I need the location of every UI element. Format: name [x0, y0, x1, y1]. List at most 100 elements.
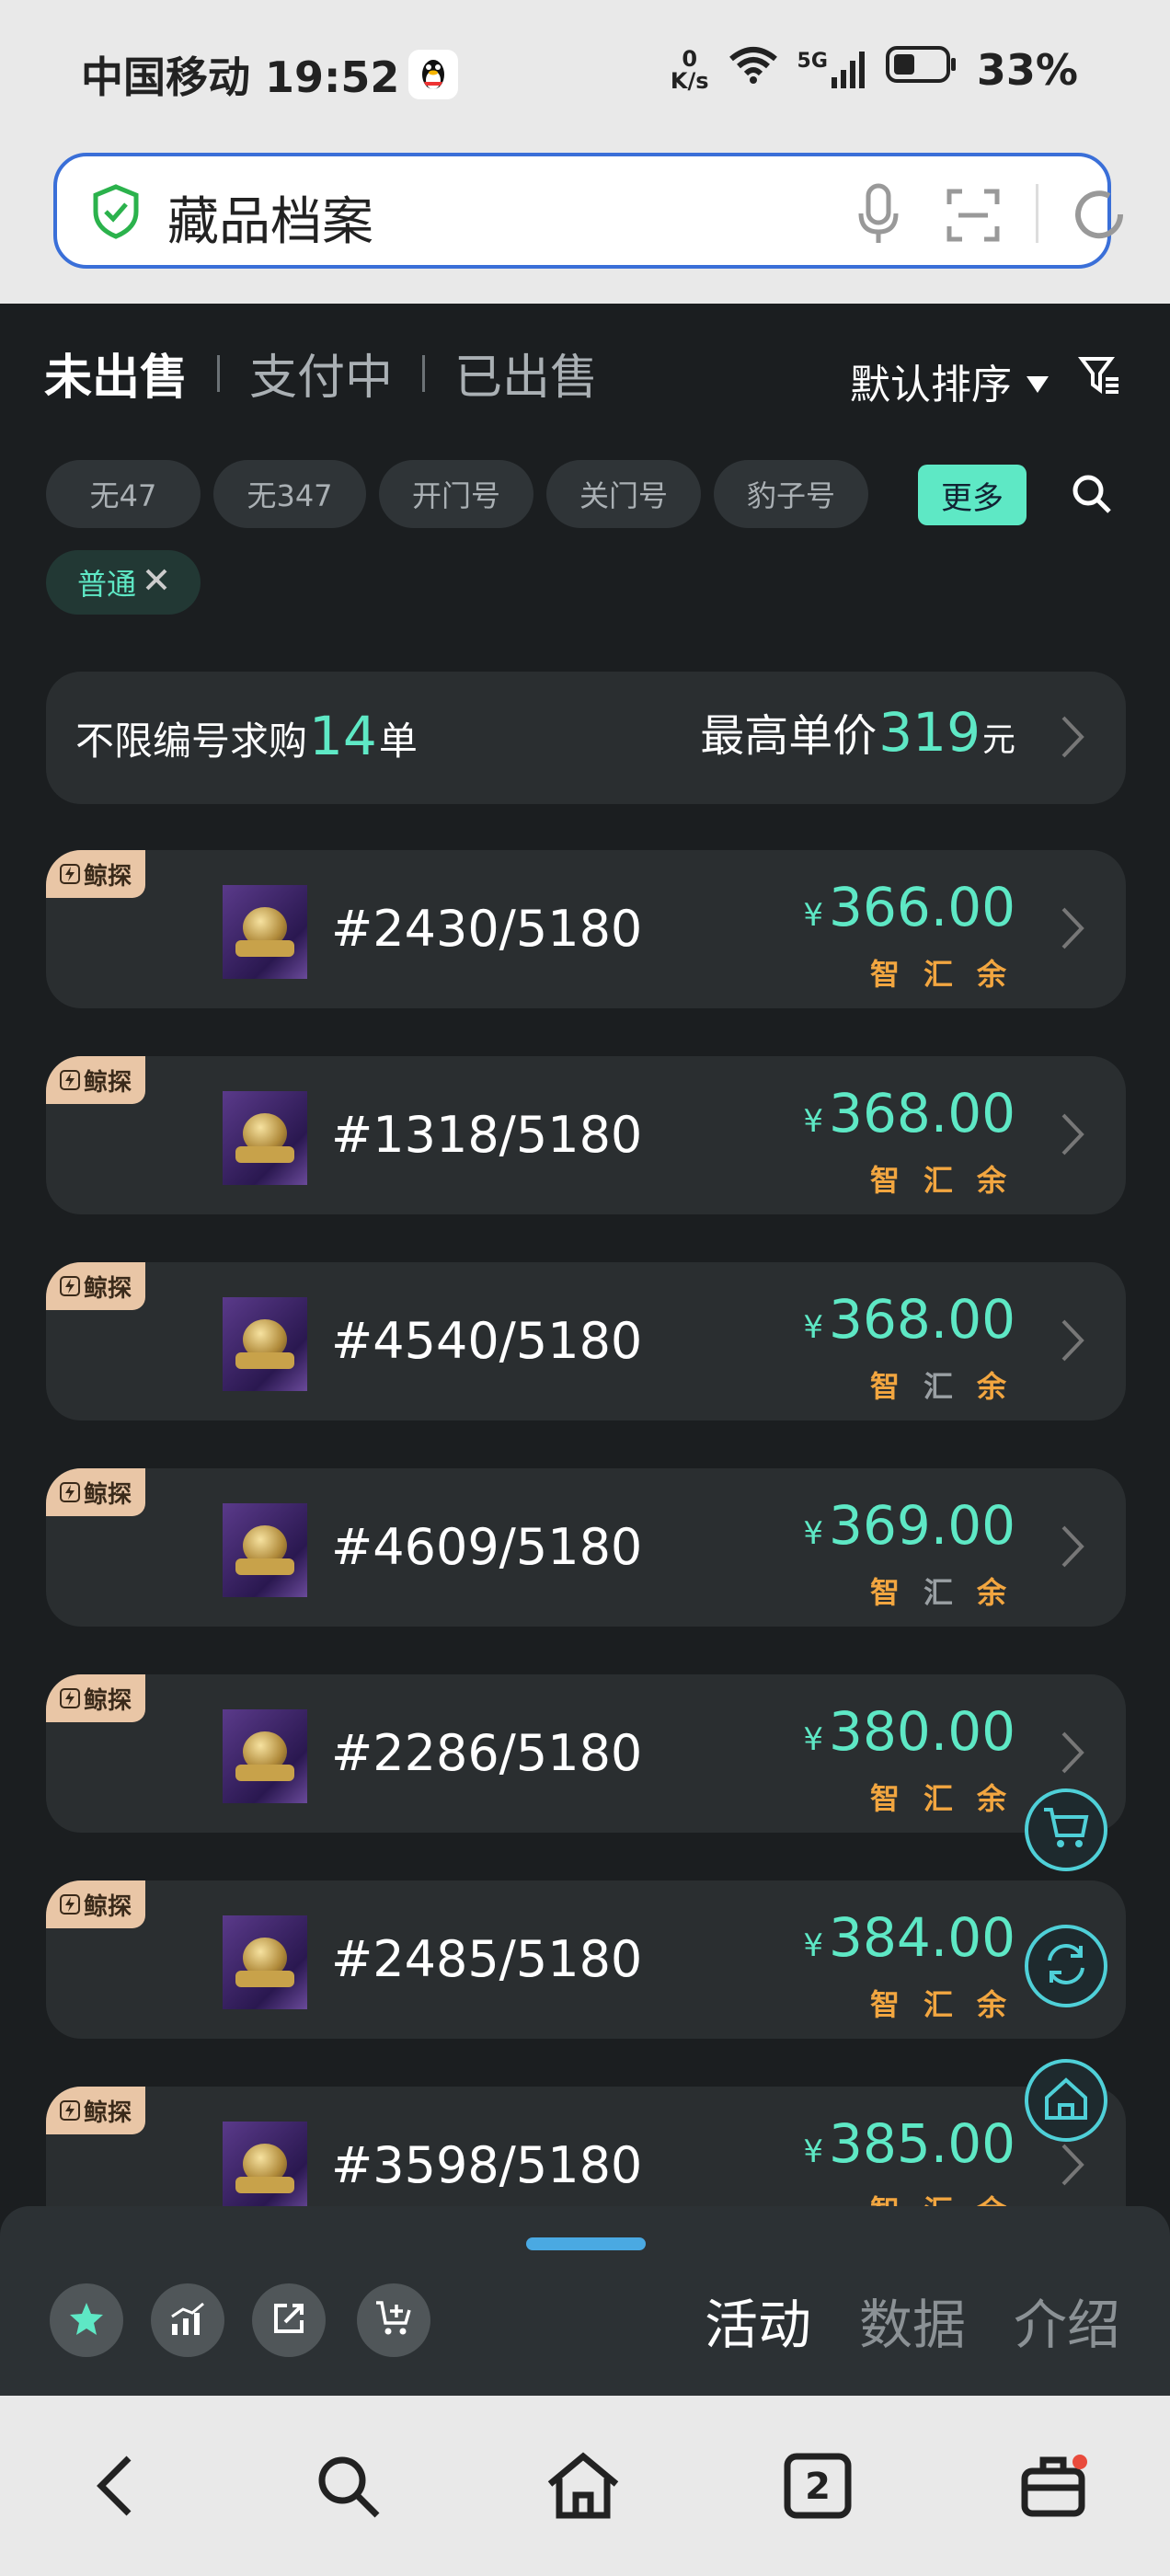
platform-tag-label: 鲸探 — [83, 1892, 132, 1921]
lightning-icon — [59, 1070, 80, 1090]
source-marker: 汇 — [923, 957, 953, 992]
source-marker: 智 — [869, 1163, 900, 1198]
serial-number: #2286/5180 — [331, 1724, 643, 1782]
listing-card[interactable]: 鲸探 #2485/5180 ¥384.00 智汇余 — [46, 1880, 1126, 2039]
drag-handle[interactable] — [526, 2237, 646, 2250]
cart-icon — [1042, 1806, 1090, 1854]
lightning-icon — [59, 1276, 80, 1296]
divider — [1036, 184, 1038, 243]
browser-toolbar: 藏品档案 — [0, 147, 1170, 304]
tabs-icon[interactable]: 2 — [784, 2453, 852, 2523]
listing-price: ¥368.00 — [803, 1288, 1015, 1351]
listing-card[interactable]: 鲸探 #1318/5180 ¥368.00 智汇余 — [46, 1056, 1126, 1214]
home-float-button[interactable] — [1025, 2059, 1107, 2142]
back-icon[interactable] — [92, 2451, 138, 2524]
chip-no347[interactable]: 无347 — [213, 460, 366, 528]
listing-card[interactable]: 鲸探 #4609/5180 ¥369.00 智汇余 — [46, 1468, 1126, 1627]
listing-price: ¥369.00 — [803, 1494, 1015, 1557]
platform-tag: 鲸探 — [46, 1880, 145, 1928]
source-marker: 余 — [976, 1987, 1006, 2022]
address-bar[interactable]: 藏品档案 — [53, 153, 1124, 269]
more-button[interactable]: 更多 — [918, 465, 1027, 525]
price-value: 384.00 — [829, 1906, 1015, 1969]
buy-request-card[interactable]: 不限编号求购 14 单 最高单价 319 元 — [46, 672, 1126, 804]
page-title: 藏品档案 — [167, 192, 373, 252]
favorite-button[interactable] — [50, 2283, 123, 2357]
tab-unsold[interactable]: 未出售 — [44, 339, 188, 408]
collectible-thumbnail — [223, 1915, 307, 2009]
trend-chart-icon — [168, 2300, 207, 2340]
chip-opening-number[interactable]: 开门号 — [379, 460, 533, 528]
tab-count: 2 — [805, 2466, 831, 2508]
trend-button[interactable] — [151, 2283, 224, 2357]
chip-closing-number[interactable]: 关门号 — [546, 460, 701, 528]
price-value: 369.00 — [829, 1494, 1015, 1557]
chip-no47[interactable]: 无47 — [46, 460, 201, 528]
cart-add-icon — [374, 2299, 413, 2341]
lightning-icon — [59, 2100, 80, 2121]
add-to-cart-button[interactable] — [357, 2283, 430, 2357]
serial-number: #2485/5180 — [331, 1930, 643, 1988]
sort-dropdown[interactable]: 默认排序 — [850, 351, 1050, 410]
carrier-time: 中国移动 19:52 — [81, 52, 400, 102]
collectible-thumbnail — [223, 885, 307, 979]
listing-card[interactable]: 鲸探 #2286/5180 ¥380.00 智汇余 — [46, 1674, 1126, 1833]
currency-symbol: ¥ — [803, 1721, 824, 1758]
tab-data[interactable]: 数据 — [859, 2282, 966, 2359]
chevron-right-icon — [1060, 1111, 1085, 1161]
listing-price: ¥385.00 — [803, 2112, 1015, 2175]
currency-symbol: ¥ — [803, 1927, 824, 1964]
chevron-right-icon — [1060, 1524, 1085, 1573]
chevron-right-icon — [1060, 1730, 1085, 1779]
tab-activity[interactable]: 活动 — [705, 2282, 811, 2359]
filter-icon[interactable] — [1078, 353, 1122, 401]
share-button[interactable] — [252, 2283, 326, 2357]
source-marker: 汇 — [923, 1987, 953, 2022]
collectible-thumbnail — [223, 1297, 307, 1391]
source-marker: 余 — [976, 1781, 1006, 1816]
platform-tag-label: 鲸探 — [83, 862, 132, 891]
price-value: 368.00 — [829, 1082, 1015, 1144]
search-icon[interactable] — [1071, 473, 1113, 519]
bottom-panel: 活动 数据 介绍 — [0, 2206, 1170, 2396]
search-icon[interactable] — [313, 2451, 383, 2524]
microphone-icon[interactable] — [855, 182, 901, 250]
home-icon[interactable] — [545, 2451, 622, 2524]
tab-sold[interactable]: 已出售 — [454, 339, 598, 408]
cart-float-button[interactable] — [1025, 1788, 1107, 1871]
signal-icon: 5G — [797, 50, 866, 90]
chevron-right-icon — [1060, 1317, 1085, 1367]
listing-price: ¥368.00 — [803, 1082, 1015, 1144]
price-value: 385.00 — [829, 2112, 1015, 2175]
currency-symbol: ¥ — [803, 1515, 824, 1552]
share-icon — [270, 2300, 307, 2340]
notification-dot — [1072, 2455, 1087, 2469]
listing-card[interactable]: 鲸探 #4540/5180 ¥368.00 智汇余 — [46, 1262, 1126, 1420]
source-marker: 汇 — [923, 1163, 953, 1198]
serial-number: #4540/5180 — [331, 1312, 643, 1370]
battery-icon — [885, 44, 958, 95]
listing-card[interactable]: 鲸探 #2430/5180 ¥366.00 智汇余 — [46, 850, 1126, 1008]
scan-icon[interactable] — [946, 188, 1001, 247]
listing-price: ¥384.00 — [803, 1906, 1015, 1969]
platform-tag: 鲸探 — [46, 2087, 145, 2134]
platform-tag: 鲸探 — [46, 850, 145, 898]
close-icon[interactable] — [143, 565, 169, 600]
refresh-float-button[interactable] — [1025, 1925, 1107, 2007]
source-markers: 智汇余 — [870, 1570, 1006, 1612]
serial-number: #3598/5180 — [331, 2136, 643, 2194]
chip-triple-number[interactable]: 豹子号 — [714, 460, 868, 528]
tab-paying[interactable]: 支付中 — [249, 339, 393, 408]
tab-intro[interactable]: 介绍 — [1014, 2282, 1120, 2359]
lightning-icon — [59, 1688, 80, 1708]
active-filter-chip[interactable]: 普通 — [46, 550, 201, 615]
max-price-summary: 最高单价 319 元 — [700, 701, 1015, 764]
source-markers: 智汇余 — [870, 1157, 1006, 1200]
platform-tag-label: 鲸探 — [83, 1068, 132, 1097]
collectible-thumbnail — [223, 2122, 307, 2215]
net-speed: 0 K/s — [670, 45, 709, 94]
price-value: 366.00 — [829, 876, 1015, 938]
source-marker: 汇 — [923, 1369, 953, 1404]
source-marker: 智 — [869, 1987, 900, 2022]
reload-icon[interactable] — [1069, 184, 1130, 248]
